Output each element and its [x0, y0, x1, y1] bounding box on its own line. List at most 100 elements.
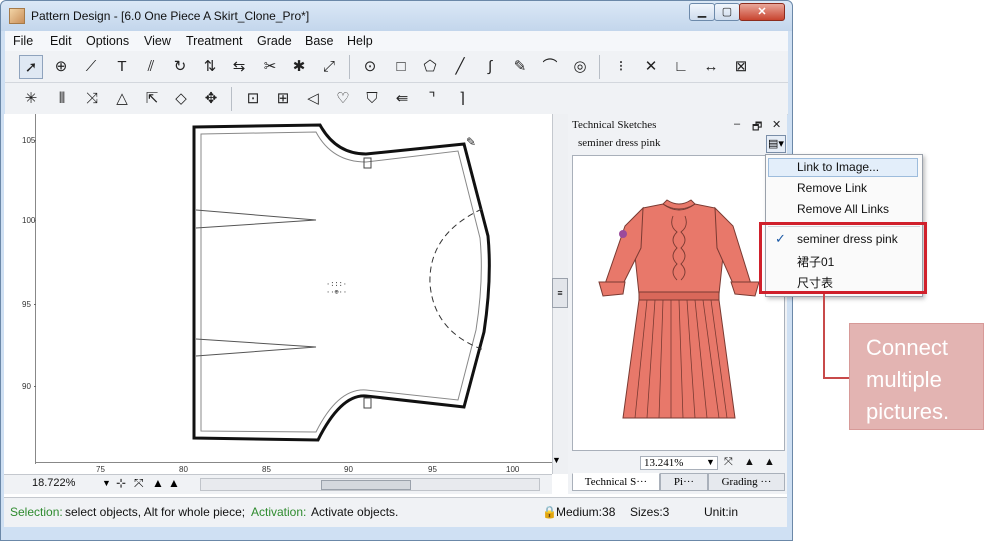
mountain-fill-icon[interactable]: ▲ — [168, 476, 180, 490]
mountain-icon[interactable]: ▲ — [744, 456, 755, 468]
mountain-icon[interactable]: ▲ — [152, 476, 164, 490]
axis-icon[interactable]: ∟ — [669, 55, 693, 79]
menu-options[interactable]: Options — [86, 34, 129, 48]
text-icon[interactable]: T — [110, 55, 134, 79]
dart-upper — [195, 209, 317, 229]
tab-grading[interactable]: Grading ··· — [708, 473, 785, 491]
grainline-icon[interactable]: ↔ — [699, 55, 723, 79]
move-icon[interactable]: ✥ — [199, 87, 223, 111]
box-icon[interactable]: ⊡ — [241, 87, 265, 111]
tab-pi[interactable]: Pi··· — [660, 473, 708, 491]
mirror-icon[interactable]: ⇆ — [227, 55, 251, 79]
title-bar[interactable]: Pattern Design - [6.0 One Piece A Skirt_… — [1, 1, 792, 31]
ruler-label: 75 — [96, 465, 105, 474]
menu-edit[interactable]: Edit — [50, 34, 72, 48]
toolbar-separator — [349, 55, 350, 79]
menu-view[interactable]: View — [144, 34, 171, 48]
select-arrow-icon[interactable]: ➚ — [19, 55, 43, 79]
rectangle-icon[interactable]: □ — [389, 55, 413, 79]
arrow-double-icon[interactable]: ⇚ — [390, 87, 414, 111]
panel-close-icon[interactable]: ✕ — [772, 118, 781, 131]
dart-icon[interactable]: ✱ — [287, 55, 311, 79]
corner-icon[interactable]: ⊠ — [729, 55, 753, 79]
menu-base[interactable]: Base — [305, 34, 334, 48]
sketch-image-frame — [572, 155, 785, 451]
activation-text: Activate objects. — [311, 505, 399, 519]
main-toolbar: ➚ ⊕ ⟋ T ⫽ ↻ ⇅ ⇆ ✂ ✱ ⤢ ⊙ □ ⬠ ╱ ∫ ✎ ⌒ ◎ ⁝ … — [5, 51, 788, 83]
restore-icon[interactable]: 🗗 — [752, 118, 762, 137]
link-menu-button[interactable]: ▤▾ — [766, 135, 786, 153]
minimize-button[interactable]: ▁ — [689, 3, 715, 21]
flip-icon[interactable]: ⇅ — [198, 55, 222, 79]
ruler-label: 85 — [262, 465, 271, 474]
menu-remove-all-links[interactable]: Remove All Links — [797, 202, 889, 216]
circle-icon[interactable]: ⊙ — [358, 55, 382, 79]
corner-down-icon[interactable]: ⌉ — [450, 87, 474, 111]
chevron-down-icon[interactable]: ▼ — [706, 457, 715, 467]
menu-remove-link[interactable]: Remove Link — [797, 181, 867, 195]
toolbar-separator — [231, 87, 232, 111]
canvas-zoom-value[interactable]: 18.722% — [32, 477, 75, 489]
corner-right-icon[interactable]: ⌝ — [420, 87, 444, 111]
seam-icon[interactable]: ⌒ — [538, 55, 562, 79]
measure-icon[interactable]: ⟋ — [79, 55, 103, 79]
spiral-icon[interactable]: ◎ — [568, 55, 592, 79]
split-icon[interactable]: ✂ — [258, 55, 282, 79]
shield-icon[interactable]: ⛉ — [360, 87, 384, 111]
rotate-icon[interactable]: ↻ — [168, 55, 192, 79]
fold-icon[interactable]: ⤢ — [317, 55, 341, 79]
splitter-handle[interactable]: ≡ — [552, 278, 568, 308]
scroll-down-icon[interactable]: ▼ — [552, 455, 561, 465]
piece-label: ··⊕·· — [326, 289, 347, 297]
polygon-icon[interactable]: ⬠ — [418, 55, 442, 79]
fan-icon[interactable]: △ — [110, 87, 134, 111]
dress-bodice — [634, 203, 724, 295]
pattern-canvas[interactable]: ·:::· ··⊕·· ✎ — [36, 114, 552, 462]
menu-treatment[interactable]: Treatment — [186, 34, 243, 48]
stretch-icon[interactable]: ⊞ — [271, 87, 295, 111]
maximize-button[interactable]: ▢ — [714, 3, 740, 21]
close-button[interactable]: ✕ — [739, 3, 785, 21]
dress-waistband — [638, 291, 720, 301]
selection-text: select objects, Alt for whole piece; — [65, 505, 246, 519]
arrow-left-icon[interactable]: ◁ — [301, 87, 325, 111]
fit-icon[interactable]: ⊹ — [116, 476, 126, 490]
scroll-thumb[interactable] — [321, 480, 411, 490]
menu-bar: File Edit Options View Treatment Grade B… — [5, 31, 788, 51]
dress-brooch — [619, 230, 627, 238]
anchor-icon[interactable]: ⇱ — [140, 87, 164, 111]
dart-lower — [195, 338, 317, 357]
menu-help[interactable]: Help — [347, 34, 373, 48]
expand-icon[interactable]: ⤧ — [724, 456, 733, 469]
toolbar-separator — [599, 55, 600, 79]
dress-cuff-right — [730, 281, 760, 297]
cut-icon[interactable]: ⫽ — [139, 55, 163, 79]
tab-technical-sketches[interactable]: Technical S··· — [572, 473, 660, 491]
horizontal-scrollbar[interactable] — [200, 478, 540, 491]
menu-link-to-image[interactable]: Link to Image... — [797, 160, 879, 174]
sizes-count: Sizes:3 — [630, 505, 670, 519]
vertical-ruler: 105 100 95 90 — [4, 114, 40, 464]
edit-icon[interactable]: ✎ — [508, 55, 532, 79]
curve-icon[interactable]: ∫ — [478, 55, 502, 79]
mountain-fill-icon[interactable]: ▲ — [764, 456, 775, 468]
ruler-label: 95 — [428, 465, 437, 474]
heart-icon[interactable]: ♡ — [331, 87, 355, 111]
ruler-label: 80 — [179, 465, 188, 474]
zoom-icon[interactable]: ⊕ — [49, 55, 73, 79]
notch-marker — [363, 157, 372, 169]
panel-title: Technical Sketches — [572, 119, 657, 131]
gem-icon[interactable]: ◇ — [169, 87, 193, 111]
notch-icon[interactable]: ⁝ — [609, 55, 633, 79]
burst-icon[interactable]: ✳ — [19, 87, 43, 111]
menu-file[interactable]: File — [13, 34, 33, 48]
pleat-icon[interactable]: ⫴ — [50, 87, 74, 111]
line-icon[interactable]: ╱ — [448, 55, 472, 79]
expand-icon[interactable]: ⤧ — [134, 476, 144, 491]
point-icon[interactable]: ✕ — [639, 55, 663, 79]
menu-grade[interactable]: Grade — [257, 34, 292, 48]
slash-icon[interactable]: ⤨ — [80, 87, 104, 111]
chevron-down-icon[interactable]: ▼ — [102, 478, 111, 488]
pin-icon[interactable]: ‒ — [734, 118, 740, 130]
medium-size: Medium:38 — [556, 505, 616, 519]
